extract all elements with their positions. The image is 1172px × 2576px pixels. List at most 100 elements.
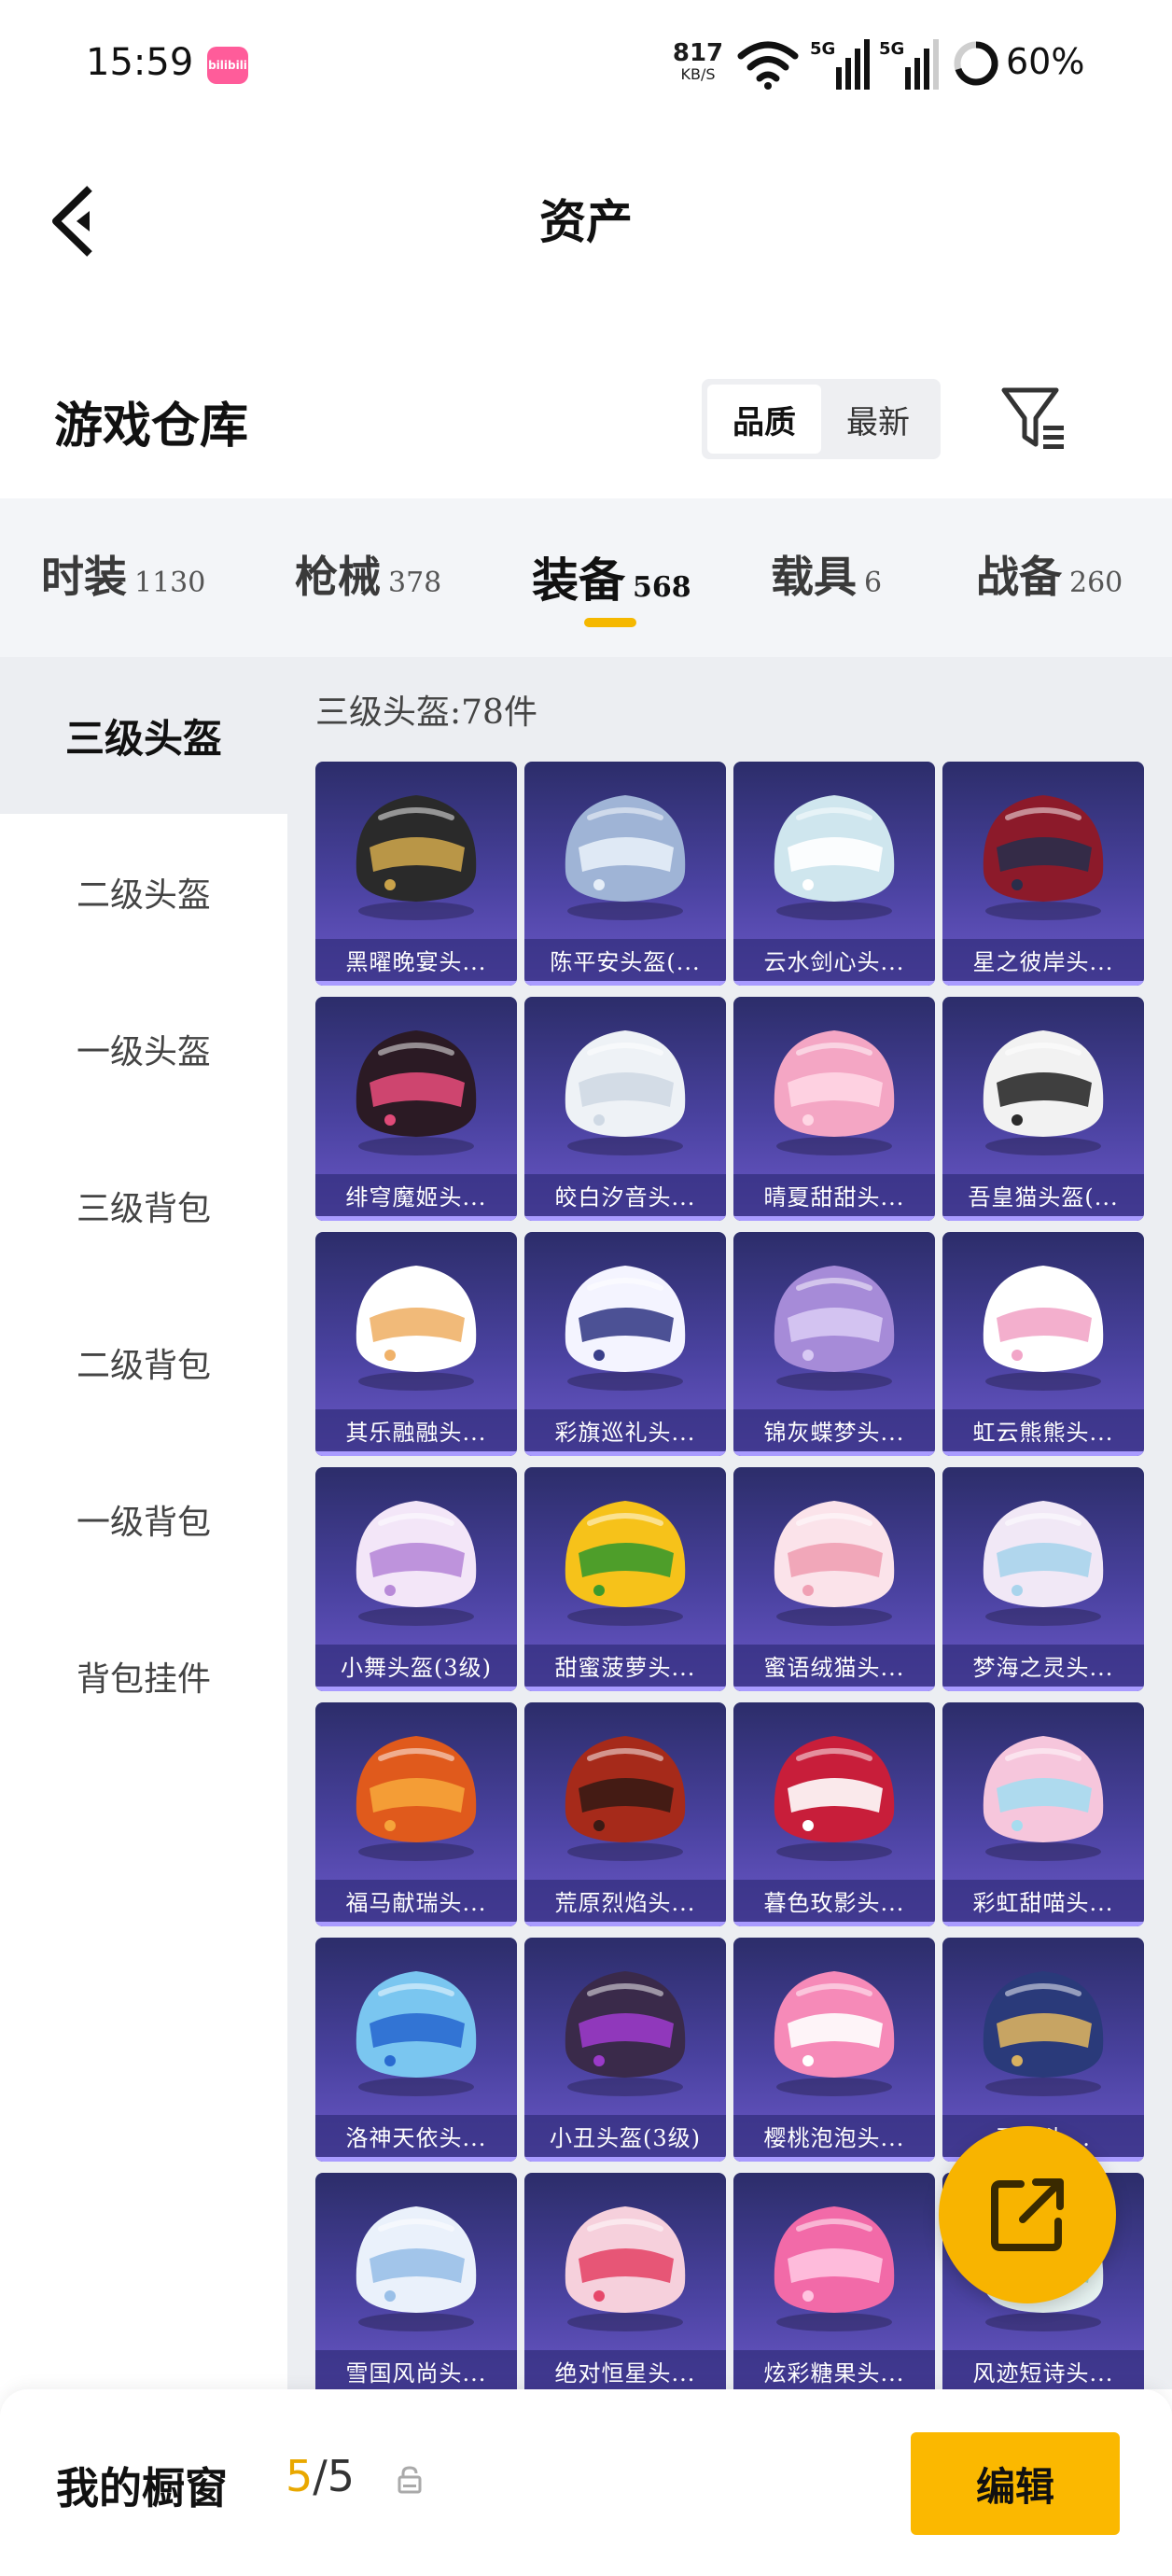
item-card[interactable]: 洛神天依头... (315, 1938, 517, 2162)
quality-bar (733, 1216, 935, 1221)
tab-label: 枪械 (295, 552, 381, 602)
item-card[interactable]: 其乐融融头... (315, 1232, 517, 1456)
item-card[interactable]: 云水剑心头... (733, 762, 935, 986)
item-name: 绯穹魔姬头... (315, 1174, 517, 1221)
quality-bar (524, 1216, 726, 1221)
helmet-icon (983, 1501, 1104, 1626)
quality-bar (942, 981, 1144, 986)
side-item-level1-backpack[interactable]: 一级背包 (0, 1441, 287, 1598)
item-card[interactable]: 虹云熊熊头... (942, 1232, 1144, 1456)
item-name: 皎白汐音头... (524, 1174, 726, 1221)
item-card[interactable]: 暮色玫影头... (733, 1702, 935, 1926)
helmet-icon (983, 1030, 1104, 1155)
item-name: 荒原烈焰头... (524, 1880, 726, 1926)
quality-bar (315, 981, 517, 986)
net-speed-value: 817 (672, 39, 724, 67)
quality-bar (315, 2157, 517, 2162)
tab-count: 378 (388, 567, 442, 599)
item-name: 洛神天依头... (315, 2115, 517, 2162)
item-card[interactable]: 小舞头盔(3级) (315, 1467, 517, 1691)
quality-bar (315, 1451, 517, 1456)
helmet-icon (565, 1736, 686, 1861)
helmet-icon (774, 795, 895, 920)
item-card[interactable]: 梦海之灵头... (942, 1467, 1144, 1691)
item-card[interactable]: 樱桃泡泡头... (733, 1938, 935, 2162)
side-item-level1-helmet[interactable]: 一级头盔 (0, 971, 287, 1127)
item-card[interactable]: 雪国风尚头... (315, 2173, 517, 2389)
active-tab-indicator (584, 618, 636, 627)
app-root: 15:59 bilibili 817 KB/S 5G 5G 60% 资产 游戏仓… (0, 0, 1172, 2576)
item-card[interactable]: 吾皇猫头盔(... (942, 997, 1144, 1221)
helmet-icon (565, 1971, 686, 2096)
lock-icon (398, 2466, 422, 2494)
tab-label: 时装 (41, 552, 127, 602)
tab-count: 6 (864, 567, 883, 599)
helmet-icon (983, 1736, 1104, 1861)
side-nav: 三级头盔 二级头盔 一级头盔 三级背包 二级背包 一级背包 背包挂件 (0, 657, 287, 2401)
cell-signal-5g-icon: 5G (879, 39, 939, 90)
item-card[interactable]: 黑曜晚宴头... (315, 762, 517, 986)
item-card[interactable]: 小丑头盔(3级) (524, 1938, 726, 2162)
tab-fashion[interactable]: 时装 1130 (41, 543, 205, 605)
tab-equipment[interactable]: 装备 568 (532, 543, 691, 610)
item-name: 风迹短诗头... (942, 2350, 1144, 2389)
side-item-level3-backpack[interactable]: 三级背包 (0, 1127, 287, 1284)
quality-bar (942, 1216, 1144, 1221)
item-card[interactable]: 绯穹魔姬头... (315, 997, 517, 1221)
item-card[interactable]: 甜蜜菠萝头... (524, 1467, 726, 1691)
item-card[interactable]: 福马献瑞头... (315, 1702, 517, 1926)
item-name: 彩虹甜喵头... (942, 1880, 1144, 1926)
helmet-icon (983, 1266, 1104, 1391)
item-card[interactable]: 晴夏甜甜头... (733, 997, 935, 1221)
helmet-icon (356, 1971, 477, 2096)
quality-bar (315, 1687, 517, 1691)
item-name: 小丑头盔(3级) (524, 2115, 726, 2162)
item-card[interactable]: 彩旗巡礼头... (524, 1232, 726, 1456)
item-card[interactable]: 皎白汐音头... (524, 997, 726, 1221)
helmet-icon (356, 1501, 477, 1626)
item-name: 彩旗巡礼头... (524, 1409, 726, 1456)
tab-firearms[interactable]: 枪械 378 (295, 543, 441, 605)
tab-label: 载具 (771, 552, 857, 602)
quality-bar (315, 1922, 517, 1926)
helmet-icon (565, 1030, 686, 1155)
page-title: 资产 (539, 194, 633, 249)
bilibili-app-icon: bilibili (207, 47, 248, 84)
item-card[interactable]: 绝对恒星头... (524, 2173, 726, 2389)
sort-option-newest[interactable]: 最新 (821, 385, 935, 454)
item-card[interactable]: 星之彼岸头... (942, 762, 1144, 986)
item-name: 吾皇猫头盔(... (942, 1174, 1144, 1221)
item-card[interactable]: 炫彩糖果头... (733, 2173, 935, 2389)
helmet-icon (774, 1971, 895, 2096)
filter-button[interactable] (998, 383, 1069, 454)
helmet-icon (983, 1971, 1104, 2096)
helmet-icon (356, 2206, 477, 2331)
side-item-level2-backpack[interactable]: 二级背包 (0, 1284, 287, 1441)
side-item-level3-helmet[interactable]: 三级头盔 (0, 657, 287, 814)
item-card[interactable]: 荒原烈焰头... (524, 1702, 726, 1926)
item-card[interactable]: 陈平安头盔(... (524, 762, 726, 986)
showcase-count-total: /5 (313, 2451, 356, 2501)
quality-bar (942, 1451, 1144, 1456)
item-card[interactable]: 蜜语绒猫头... (733, 1467, 935, 1691)
net-speed-unit: KB/S (680, 65, 716, 83)
item-name: 晴夏甜甜头... (733, 1174, 935, 1221)
quality-bar (942, 1687, 1144, 1691)
share-button[interactable] (939, 2126, 1116, 2303)
side-item-backpack-charm[interactable]: 背包挂件 (0, 1598, 287, 1755)
quality-bar (733, 2157, 935, 2162)
network-5g-label-2: 5G (879, 39, 904, 59)
tab-battle-prep[interactable]: 战备 260 (976, 543, 1123, 605)
item-card[interactable]: 彩虹甜喵头... (942, 1702, 1144, 1926)
side-item-level2-helmet[interactable]: 二级头盔 (0, 814, 287, 971)
item-card[interactable]: 锦灰蝶梦头... (733, 1232, 935, 1456)
quality-bar (524, 1922, 726, 1926)
quality-bar (524, 1687, 726, 1691)
quality-bar (524, 981, 726, 986)
item-name: 樱桃泡泡头... (733, 2115, 935, 2162)
sort-option-quality[interactable]: 品质 (707, 385, 821, 454)
edit-button[interactable]: 编辑 (911, 2432, 1120, 2535)
item-name: 其乐融融头... (315, 1409, 517, 1456)
tab-vehicles[interactable]: 载具 6 (771, 543, 882, 605)
item-name: 锦灰蝶梦头... (733, 1409, 935, 1456)
